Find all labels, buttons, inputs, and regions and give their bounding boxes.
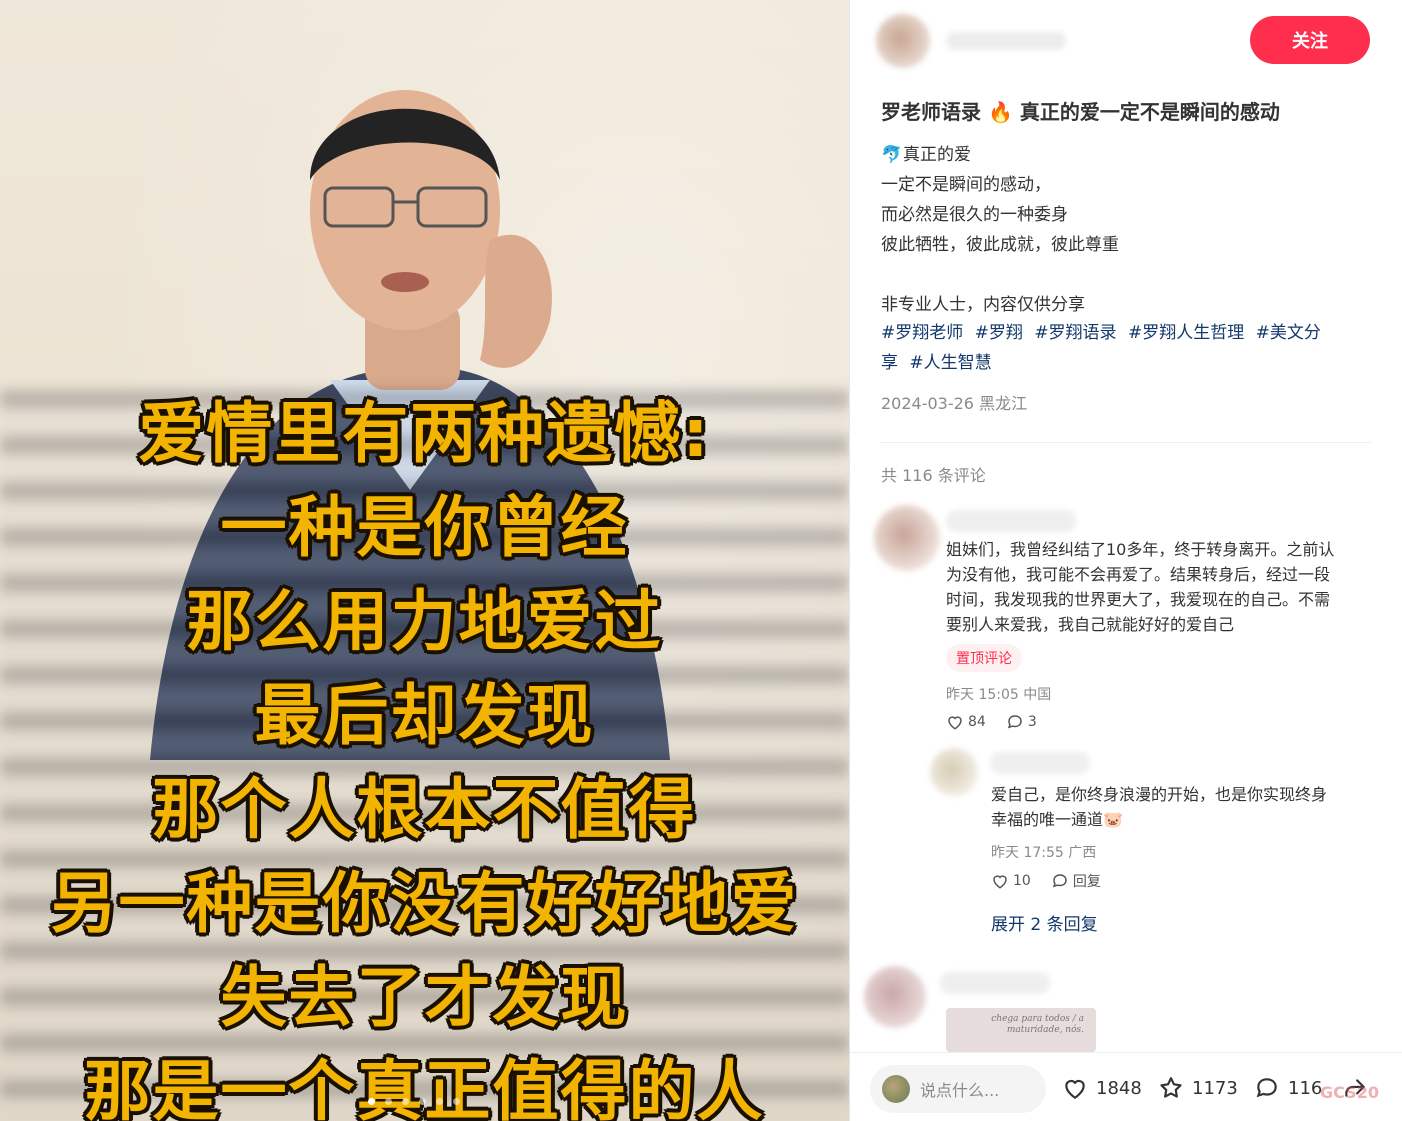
carousel-indicator [368, 1098, 460, 1105]
comment-count: 共 116 条评论 [881, 466, 986, 485]
desc-line: 一定不是瞬间的感动， [881, 175, 1051, 195]
hashtag-link[interactable]: #人生智慧 [909, 353, 991, 373]
author-name[interactable] [946, 32, 1066, 50]
divider [881, 442, 1371, 443]
collect-button[interactable]: 1173 [1158, 1075, 1238, 1101]
caption-line: 那是一个真正值得的人 [84, 1053, 765, 1121]
title-prefix: 罗老师语录 [881, 100, 981, 124]
dolphin-icon: 🐬 [881, 145, 903, 165]
hashtag-link[interactable]: 享 [881, 353, 898, 373]
carousel-dot[interactable] [368, 1098, 375, 1105]
comment-like-button[interactable]: 84 [946, 713, 986, 731]
caption-line: 一种是你曾经 [220, 489, 629, 566]
hashtag-link[interactable]: #罗翔语录 [1034, 323, 1116, 343]
follow-button[interactable]: 关注 [1250, 16, 1370, 64]
hashtag-link[interactable]: #罗翔人生哲理 [1128, 323, 1244, 343]
author-info[interactable] [870, 10, 1080, 84]
heart-icon [948, 716, 962, 730]
carousel-dot[interactable] [436, 1098, 443, 1105]
author-avatar[interactable] [876, 14, 930, 68]
carousel-dot[interactable] [402, 1098, 409, 1105]
carousel-dot[interactable] [419, 1098, 426, 1105]
comment-actions: 84 3 [946, 713, 1037, 731]
commenter-name[interactable] [940, 972, 1050, 994]
caption-line: 最后却发现 [254, 677, 595, 754]
bottom-action-bar: 说点什么... 1848 1173 116 GCS20 [850, 1052, 1402, 1121]
reply-text: 爱自己，是你终身浪漫的开始，也是你实现终身 幸福的唯一通道🐷 [991, 785, 1328, 829]
fire-icon: 🔥 [987, 100, 1013, 124]
comment-input-placeholder: 说点什么... [920, 1081, 1000, 1100]
comment-text: 姐妹们，我曾经纠结了10多年，终于转身离开。之前认 为没有他，我可能不会再爱了。… [946, 540, 1335, 634]
post-image[interactable]: 爱情里有两种遗憾: 一种是你曾经 那么用力地爱过 最后却发现 那个人根本不值得 … [0, 0, 849, 1121]
commenter-avatar[interactable] [864, 966, 926, 1028]
carousel-dot[interactable] [453, 1098, 460, 1105]
caption-line: 另一种是你没有好好地爱 [50, 865, 799, 942]
pig-icon: 🐷 [1103, 810, 1123, 829]
my-avatar [882, 1075, 910, 1103]
pinned-comment-badge: 置顶评论 [946, 644, 1022, 672]
reply-avatar[interactable] [930, 748, 978, 796]
desc-line: 非专业人士，内容仅供分享 [881, 295, 1085, 315]
post-detail-panel: 关注 罗老师语录 🔥 真正的爱一定不是瞬间的感动 🐬真正的爱 一定不是瞬间的感动… [849, 0, 1402, 1121]
desc-line: 🐬真正的爱 [881, 140, 1381, 170]
heart-icon [993, 875, 1007, 889]
caption-line: 那么用力地爱过 [186, 583, 663, 660]
commenter-name[interactable] [946, 510, 1076, 532]
commenter-avatar[interactable] [874, 505, 940, 571]
caption-line: 那个人根本不值得 [152, 771, 697, 848]
desc-line: 彼此牺牲，彼此成就，彼此尊重 [881, 235, 1119, 255]
speech-bubble-icon [1052, 874, 1067, 888]
hashtag-link[interactable]: #罗翔老师 [881, 323, 963, 343]
reply-reply-button[interactable]: 回复 [1051, 871, 1101, 891]
reply-meta: 昨天 17:55 广西 [991, 845, 1097, 861]
reply-like-button[interactable]: 10 [991, 872, 1031, 890]
caption-line: 失去了才发现 [220, 959, 629, 1036]
expand-replies-link[interactable]: 展开 2 条回复 [991, 910, 1098, 935]
comment-image-preview[interactable]: chega para todos / a maturidade, nós. [946, 1008, 1096, 1052]
title-suffix: 真正的爱一定不是瞬间的感动 [1019, 100, 1280, 124]
hashtag-link[interactable]: #罗翔 [975, 323, 1023, 343]
comments-button[interactable]: 116 [1254, 1075, 1322, 1101]
carousel-dot[interactable] [385, 1098, 392, 1105]
reply-author-name[interactable] [990, 752, 1090, 774]
speech-bubble-icon [1256, 1078, 1277, 1098]
hashtag-link[interactable]: #美文分 [1256, 323, 1321, 343]
like-button[interactable]: 1848 [1062, 1075, 1142, 1101]
reply-actions: 10 回复 [991, 871, 1101, 891]
post-description: 🐬真正的爱 一定不是瞬间的感动， 而必然是很久的一种委身 彼此牺牲，彼此成就，彼… [881, 140, 1381, 320]
comment-reply-button[interactable]: 3 [1006, 713, 1037, 731]
speech-bubble-icon [1007, 715, 1022, 729]
post-date: 2024-03-26 黑龙江 [881, 394, 1028, 413]
post-title: 罗老师语录 🔥 真正的爱一定不是瞬间的感动 [881, 96, 1381, 125]
post-tags: #罗翔老师 #罗翔 #罗翔语录 #罗翔人生哲理 #美文分 享 #人生智慧 [881, 318, 1381, 378]
heart-icon [1065, 1079, 1085, 1100]
watermark: GCS20 [1320, 1083, 1379, 1102]
star-icon [1160, 1077, 1182, 1098]
desc-line: 而必然是很久的一种委身 [881, 205, 1068, 225]
desc-line [881, 260, 1381, 290]
comment-meta: 昨天 15:05 中国 [946, 687, 1052, 703]
comment-input[interactable]: 说点什么... [870, 1065, 1046, 1113]
caption-line: 爱情里有两种遗憾: [138, 395, 711, 472]
